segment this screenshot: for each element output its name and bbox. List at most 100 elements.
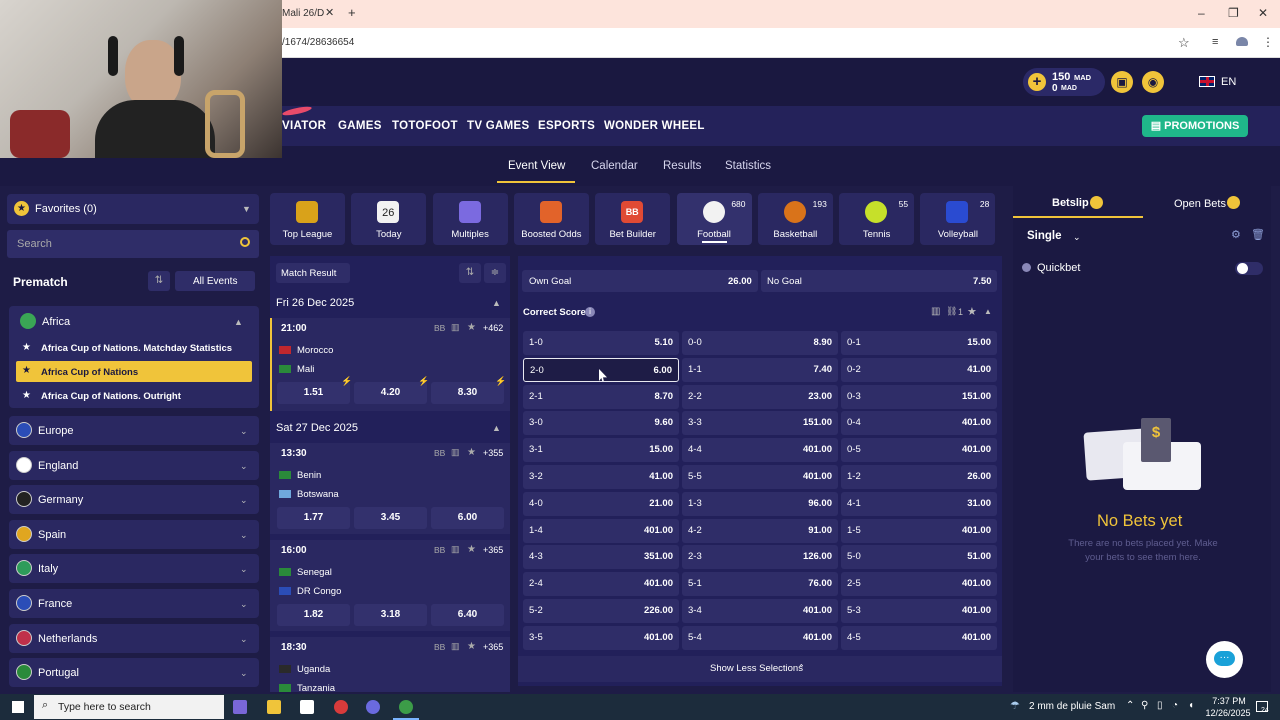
sport-top-league[interactable]: Top League [270,193,345,245]
nav-aviator[interactable]: VIATOR [282,120,326,132]
chevron-down-icon[interactable]: ⌄ [1073,232,1081,243]
url-field[interactable]: /1674/28636654 [282,37,354,48]
odd-button[interactable]: 1.77 [277,507,350,529]
nav-totofoot[interactable]: TOTOFOOT [392,120,458,132]
chevron-down-icon[interactable]: ⌄ [240,461,248,472]
chevron-up-icon[interactable]: ▲ [492,298,501,308]
sport-today[interactable]: 26 Today [351,193,427,245]
score-odd-cell[interactable]: 3-1 15.00 [523,438,679,463]
score-odd-cell[interactable]: 0-4 401.00 [841,411,997,436]
clock-time[interactable]: 7:37 PM [1209,696,1249,706]
window-close-icon[interactable]: ✕ [1258,6,1268,20]
score-odd-cell[interactable]: 3-5 401.00 [523,625,679,650]
account-icon[interactable]: ◉ [1142,71,1164,93]
chevron-down-icon[interactable]: ⌄ [240,668,248,679]
browser-menu-icon[interactable]: ⋮ [1262,35,1274,49]
score-odd-cell[interactable]: 0-0 8.90 [682,331,838,355]
odd-button[interactable]: 3.18 [354,604,427,626]
league-africa-cup[interactable]: Africa Cup of Nations [41,367,138,378]
score-odd-cell[interactable]: 1-5 401.00 [841,518,997,543]
score-odd-cell[interactable]: 4-5 401.00 [841,625,997,650]
profile-icon[interactable] [1236,37,1248,46]
network-icon[interactable]: ⚲ [1141,700,1148,711]
chevron-up-icon[interactable]: ▲ [492,423,501,433]
score-odd-cell[interactable]: 4-1 31.00 [841,491,997,516]
score-odd-cell[interactable]: 0-2 41.00 [841,357,997,382]
chevron-down-icon[interactable]: ⌄ [240,426,248,437]
score-odd-cell[interactable]: 1-3 96.00 [682,491,838,516]
windows-start-icon[interactable] [12,701,24,713]
score-odd-cell[interactable]: 1-4 401.00 [523,518,679,543]
tab-results[interactable]: Results [663,160,701,172]
score-odd-cell[interactable]: 5-0 51.00 [841,545,997,570]
score-odd-cell[interactable]: 4-4 401.00 [682,438,838,463]
score-odd-cell[interactable]: 2-1 8.70 [523,384,679,409]
score-odd-cell[interactable]: 2-5 401.00 [841,572,997,597]
new-tab-icon[interactable]: + [348,5,356,20]
score-odd-cell[interactable]: 0-1 15.00 [841,331,997,355]
volume-icon[interactable]: ◖ [1188,700,1194,711]
more-markets-count[interactable]: +355 [483,448,503,458]
link-icon[interactable]: ⛓ [946,306,957,317]
score-odd-cell[interactable]: 3-0 9.60 [523,411,679,436]
chevron-down-icon[interactable]: ⌄ [240,564,248,575]
score-odd-cell[interactable]: 5-1 76.00 [682,572,838,597]
stats-icon[interactable]: ▥ [931,306,940,317]
clock-date[interactable]: 12/26/2025 [1203,708,1253,718]
chevron-up-icon[interactable]: ▲ [984,307,992,316]
score-odd-cell[interactable]: 3-4 401.00 [682,599,838,623]
score-odd-cell[interactable]: 2-4 401.00 [523,572,679,597]
collapse-icon[interactable]: ≑ [484,263,506,283]
chevron-up-icon[interactable]: ▲ [234,317,243,327]
app-icon[interactable] [334,700,348,714]
star-icon[interactable]: ★ [467,641,476,652]
odd-button[interactable]: 6.40 [431,604,504,626]
star-icon[interactable]: ★ [467,544,476,555]
score-odd-cell[interactable]: 1-1 7.40 [682,357,838,382]
odd-button[interactable]: 4.20 [354,382,427,404]
settings-icon[interactable]: ⚙ [1231,228,1241,241]
deposit-plus-icon[interactable]: + [1028,73,1046,91]
score-odd-cell[interactable]: 5-4 401.00 [682,625,838,650]
trash-icon[interactable]: 🗑 [1251,228,1265,241]
rewards-icon[interactable]: ▣ [1111,71,1133,93]
chevron-down-icon[interactable]: ⌄ [240,634,248,645]
more-markets-count[interactable]: +365 [483,642,503,652]
nav-games[interactable]: GAMES [338,120,382,132]
odd-button[interactable]: 6.00 [431,507,504,529]
league-matchday-statistics[interactable]: Africa Cup of Nations. Matchday Statisti… [41,343,232,354]
odd-button[interactable]: 8.30 [431,382,504,404]
stats-icon[interactable]: ▥ [451,641,460,652]
sport-tennis[interactable]: Tennis 55 [839,193,915,245]
score-odd-cell[interactable]: 5-2 226.00 [523,599,679,623]
score-odd-cell[interactable]: 2-3 126.00 [682,545,838,570]
score-odd-cell[interactable]: 5-3 401.00 [841,599,997,623]
nav-tv-games[interactable]: TV GAMES [467,120,529,132]
chevron-down-icon[interactable]: ⌄ [240,495,248,506]
score-odd-cell[interactable]: 3-3 151.00 [682,411,838,436]
file-explorer-icon[interactable] [267,700,281,714]
search-icon[interactable] [240,237,250,247]
battery-icon[interactable]: ▯ [1157,700,1163,711]
star-icon[interactable]: ★ [22,390,31,401]
reading-list-icon[interactable]: ≡ [1212,36,1218,48]
wifi-icon[interactable]: ◔ [1172,700,1178,711]
stats-icon[interactable]: ▥ [451,447,460,458]
tab-open-bets[interactable]: Open Bets [1174,198,1226,210]
sport-volleyball[interactable]: Volleyball 28 [920,193,996,245]
tab-event-view[interactable]: Event View [508,160,565,172]
sport-football[interactable]: Football 680 [676,193,752,245]
copilot-icon[interactable] [233,700,247,714]
chevron-down-icon[interactable]: ▼ [242,204,251,214]
show-less-label[interactable]: Show Less Selections [710,663,803,674]
tab-close-icon[interactable]: ✕ [325,6,334,19]
star-icon[interactable]: ★ [467,322,476,333]
chevron-down-icon[interactable]: ⌄ [240,530,248,541]
star-icon[interactable]: ★ [22,342,31,353]
nav-esports[interactable]: ESPORTS [538,120,595,132]
score-odd-cell[interactable]: 0-5 401.00 [841,438,997,463]
odd-button[interactable]: 1.82 [277,604,350,626]
sport-boosted-odds[interactable]: Boosted Odds [513,193,589,245]
store-icon[interactable] [300,700,314,714]
odd-button[interactable]: 3.45 [354,507,427,529]
